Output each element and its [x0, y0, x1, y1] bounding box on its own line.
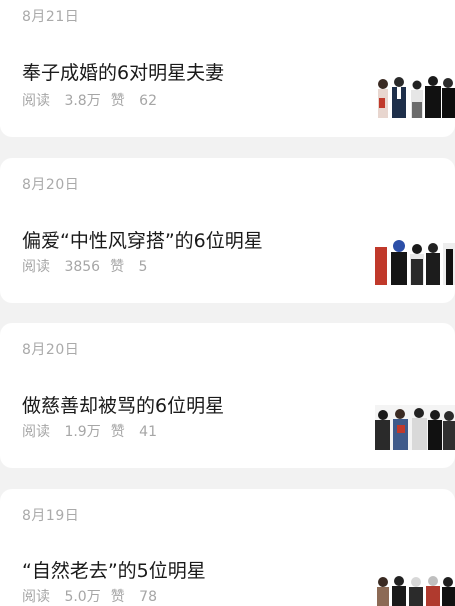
article-card[interactable]: 8月20日 做慈善却被骂的6位明星 阅读 1.9万赞 41	[0, 323, 455, 468]
article-title[interactable]: 偏爱“中性风穿搭”的6位明星	[22, 226, 263, 253]
article-stats: 阅读 5.0万赞 78	[22, 586, 157, 606]
article-date: 8月20日	[22, 342, 80, 358]
likes-stat: 赞 78	[110, 589, 157, 605]
article-thumbnail[interactable]	[375, 72, 455, 118]
article-title[interactable]: 做慈善却被骂的6位明星	[22, 391, 224, 418]
reads-stat: 阅读 5.0万	[22, 589, 101, 605]
reads-stat: 阅读 3856	[22, 259, 101, 275]
likes-stat: 赞 62	[110, 93, 157, 109]
article-stats: 阅读 1.9万赞 41	[22, 421, 157, 441]
article-title[interactable]: “自然老去”的5位明星	[22, 556, 206, 583]
reads-stat: 阅读 3.8万	[22, 93, 101, 109]
article-card[interactable]: 8月21日 奉子成婚的6对明星夫妻 阅读 3.8万赞 62	[0, 0, 455, 137]
article-date: 8月19日	[22, 508, 80, 524]
likes-stat: 赞 41	[110, 424, 157, 440]
article-stats: 阅读 3856 赞 5	[22, 256, 147, 276]
article-stats: 阅读 3.8万赞 62	[22, 90, 157, 110]
article-feed: 8月21日 奉子成婚的6对明星夫妻 阅读 3.8万赞 62 8月20日 偏爱“中…	[0, 0, 455, 606]
article-date: 8月20日	[22, 177, 80, 193]
article-card[interactable]: 8月20日 偏爱“中性风穿搭”的6位明星 阅读 3856 赞 5	[0, 158, 455, 303]
article-title[interactable]: 奉子成婚的6对明星夫妻	[22, 58, 224, 85]
article-thumbnail[interactable]	[375, 239, 455, 285]
article-thumbnail[interactable]	[375, 573, 455, 606]
reads-stat: 阅读 1.9万	[22, 424, 101, 440]
likes-stat: 赞 5	[110, 259, 148, 275]
article-thumbnail[interactable]	[375, 405, 455, 450]
article-date: 8月21日	[22, 9, 80, 25]
article-card[interactable]: 8月19日 “自然老去”的5位明星 阅读 5.0万赞 78	[0, 489, 455, 606]
